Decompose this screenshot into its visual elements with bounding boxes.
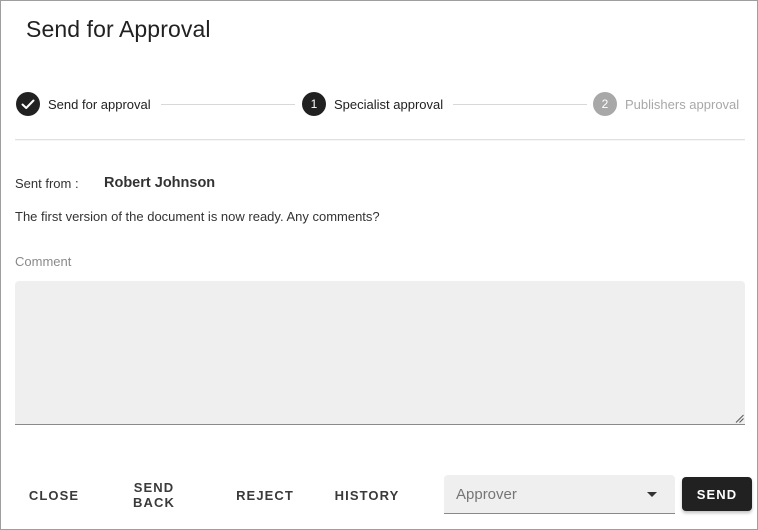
step-send-for-approval[interactable]: Send for approval: [16, 92, 151, 116]
dropdown-arrow-icon: [647, 492, 657, 497]
sender-name: Robert Johnson: [104, 175, 216, 191]
comment-textarea[interactable]: [15, 281, 745, 425]
approval-stepper: Send for approval 1 Specialist approval …: [16, 92, 744, 117]
step-complete-check-icon: [16, 92, 40, 116]
resize-handle-icon[interactable]: [735, 414, 744, 423]
dialog-title: Send for Approval: [26, 16, 211, 42]
step-label: Publishers approval: [625, 96, 740, 112]
step-number-badge: 1: [302, 92, 326, 116]
sent-from-label: Sent from :: [15, 176, 79, 191]
step-label: Specialist approval: [334, 96, 444, 112]
step-label: Send for approval: [48, 96, 151, 112]
step-specialist-approval[interactable]: 1 Specialist approval: [302, 92, 443, 116]
comment-label: Comment: [15, 254, 72, 269]
reject-button[interactable]: REJECT: [223, 481, 307, 509]
send-for-approval-dialog: Send for Approval Send for approval 1 Sp…: [0, 0, 758, 530]
stepper-divider: [15, 139, 745, 140]
approver-placeholder: Approver: [456, 486, 517, 503]
send-button[interactable]: SEND: [682, 477, 752, 511]
step-connector: [161, 104, 295, 105]
step-number-badge: 2: [593, 92, 617, 116]
step-publishers-approval[interactable]: 2 Publishers approval: [593, 92, 739, 116]
approval-message: The first version of the document is now…: [15, 209, 380, 224]
step-connector: [453, 104, 587, 105]
close-button[interactable]: CLOSE: [16, 481, 92, 509]
approver-select[interactable]: Approver: [444, 475, 675, 514]
send-back-button[interactable]: SEND BACK: [99, 480, 209, 510]
history-button[interactable]: HISTORY: [321, 481, 413, 509]
